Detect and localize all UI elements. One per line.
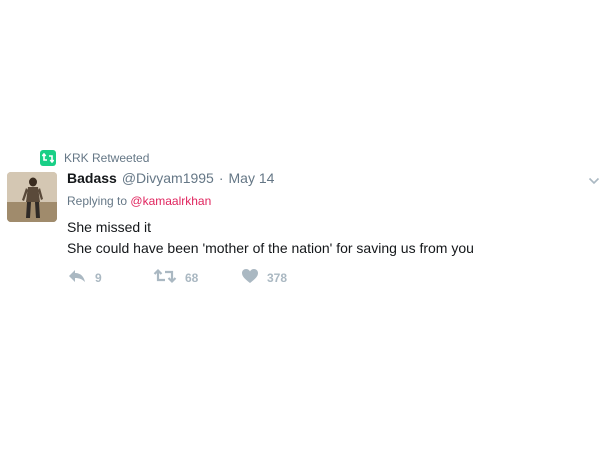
reply-mention-link[interactable]: @kamaalrkhan <box>130 194 211 208</box>
reply-count: 9 <box>95 271 102 285</box>
reply-button[interactable]: 9 <box>67 268 102 288</box>
like-count: 378 <box>267 271 288 285</box>
retweet-count: 68 <box>185 271 199 285</box>
tweet-text-line: She could have been 'mother of the natio… <box>67 240 474 256</box>
retweet-button[interactable]: 68 <box>153 268 198 288</box>
tweet-text-line: She missed it <box>67 219 152 235</box>
tweet-text: She missed it She could have been 'mothe… <box>67 217 474 259</box>
heart-icon <box>241 268 259 289</box>
retweet-icon <box>153 268 177 289</box>
chevron-down-icon[interactable] <box>588 173 600 185</box>
retweet-context: KRK Retweeted <box>40 149 149 167</box>
username-handle[interactable]: @Divyam1995 <box>122 170 214 186</box>
display-name[interactable]: Badass <box>67 170 117 186</box>
like-button[interactable]: 378 <box>241 268 287 288</box>
tweet-card[interactable]: KRK Retweeted Badass @Divyam1995 · May 1… <box>0 0 600 450</box>
avatar-photo <box>7 172 57 222</box>
separator-dot: · <box>218 170 224 186</box>
retweeted-by-label[interactable]: KRK Retweeted <box>64 151 149 165</box>
avatar[interactable] <box>7 172 57 222</box>
reply-icon <box>67 268 87 289</box>
tweet-date[interactable]: May 14 <box>229 170 275 186</box>
page: KRK Retweeted Badass @Divyam1995 · May 1… <box>0 0 600 450</box>
tweet-header: Badass @Divyam1995 · May 14 <box>67 170 274 190</box>
replying-to-label: Replying to <box>67 194 128 208</box>
replying-to: Replying to @kamaalrkhan <box>67 194 211 208</box>
retweet-icon <box>40 150 56 166</box>
